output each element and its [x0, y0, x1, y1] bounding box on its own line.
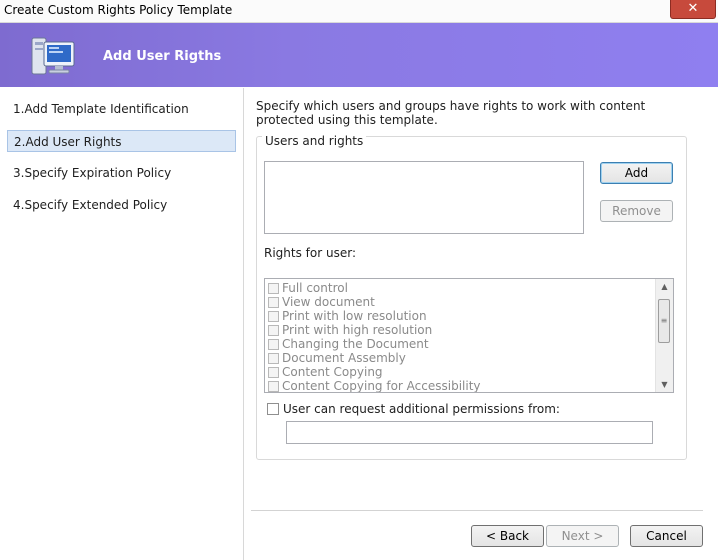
add-button[interactable]: Add — [600, 162, 673, 184]
checkbox[interactable] — [268, 353, 279, 364]
page-description: Specify which users and groups have righ… — [256, 99, 646, 127]
rights-item[interactable]: Print with low resolution — [268, 309, 427, 323]
scroll-up-arrow-icon[interactable]: ▲ — [656, 279, 673, 294]
header-title: Add User Rigths — [103, 49, 222, 64]
scroll-down-arrow-icon[interactable]: ▼ — [656, 377, 673, 392]
rights-item[interactable]: Content Copying for Accessibility — [268, 379, 481, 392]
wizard-header: Add User Rigths — [0, 23, 718, 87]
footer-separator — [251, 510, 703, 511]
title-bar: Create Custom Rights Policy Template ✕ — [0, 0, 718, 23]
rights-item[interactable]: Document Assembly — [268, 351, 406, 365]
steps-nav: 1.Add Template Identification 2.Add User… — [0, 88, 244, 560]
checkbox[interactable] — [268, 311, 279, 322]
computer-monitor-icon — [31, 37, 75, 75]
rights-item[interactable]: Print with high resolution — [268, 323, 432, 337]
checkbox[interactable] — [268, 339, 279, 350]
group-label: Users and rights — [262, 134, 367, 148]
rights-label: Rights for user: — [264, 246, 356, 260]
request-permissions-label: User can request additional permissions … — [283, 402, 560, 416]
step-template-identification[interactable]: 1.Add Template Identification — [7, 98, 236, 120]
rights-item[interactable]: Full control — [268, 281, 348, 295]
rights-listbox[interactable]: Full control View document Print with lo… — [264, 278, 674, 393]
users-listbox[interactable] — [264, 161, 584, 234]
remove-button[interactable]: Remove — [600, 200, 673, 222]
step-add-user-rights[interactable]: 2.Add User Rights — [7, 130, 236, 152]
rights-item[interactable]: Changing the Document — [268, 337, 429, 351]
step-extended-policy[interactable]: 4.Specify Extended Policy — [7, 194, 236, 216]
checkbox[interactable] — [268, 297, 279, 308]
step-expiration-policy[interactable]: 3.Specify Expiration Policy — [7, 162, 236, 184]
window-title: Create Custom Rights Policy Template — [4, 3, 233, 17]
request-permissions-input[interactable] — [286, 421, 653, 444]
checkbox[interactable] — [268, 325, 279, 336]
rights-scrollbar[interactable]: ▲ ≡ ▼ — [655, 279, 673, 392]
close-button[interactable]: ✕ — [670, 0, 716, 19]
checkbox[interactable] — [268, 367, 279, 378]
checkbox[interactable] — [268, 381, 279, 392]
rights-item[interactable]: Content Copying — [268, 365, 383, 379]
request-permissions-option[interactable]: User can request additional permissions … — [267, 402, 560, 416]
cancel-button[interactable]: Cancel — [630, 525, 703, 547]
back-button[interactable]: < Back — [471, 525, 544, 547]
request-permissions-checkbox[interactable] — [267, 403, 279, 415]
scroll-thumb[interactable]: ≡ — [658, 299, 670, 343]
rights-item[interactable]: View document — [268, 295, 375, 309]
checkbox[interactable] — [268, 283, 279, 294]
next-button[interactable]: Next > — [546, 525, 619, 547]
